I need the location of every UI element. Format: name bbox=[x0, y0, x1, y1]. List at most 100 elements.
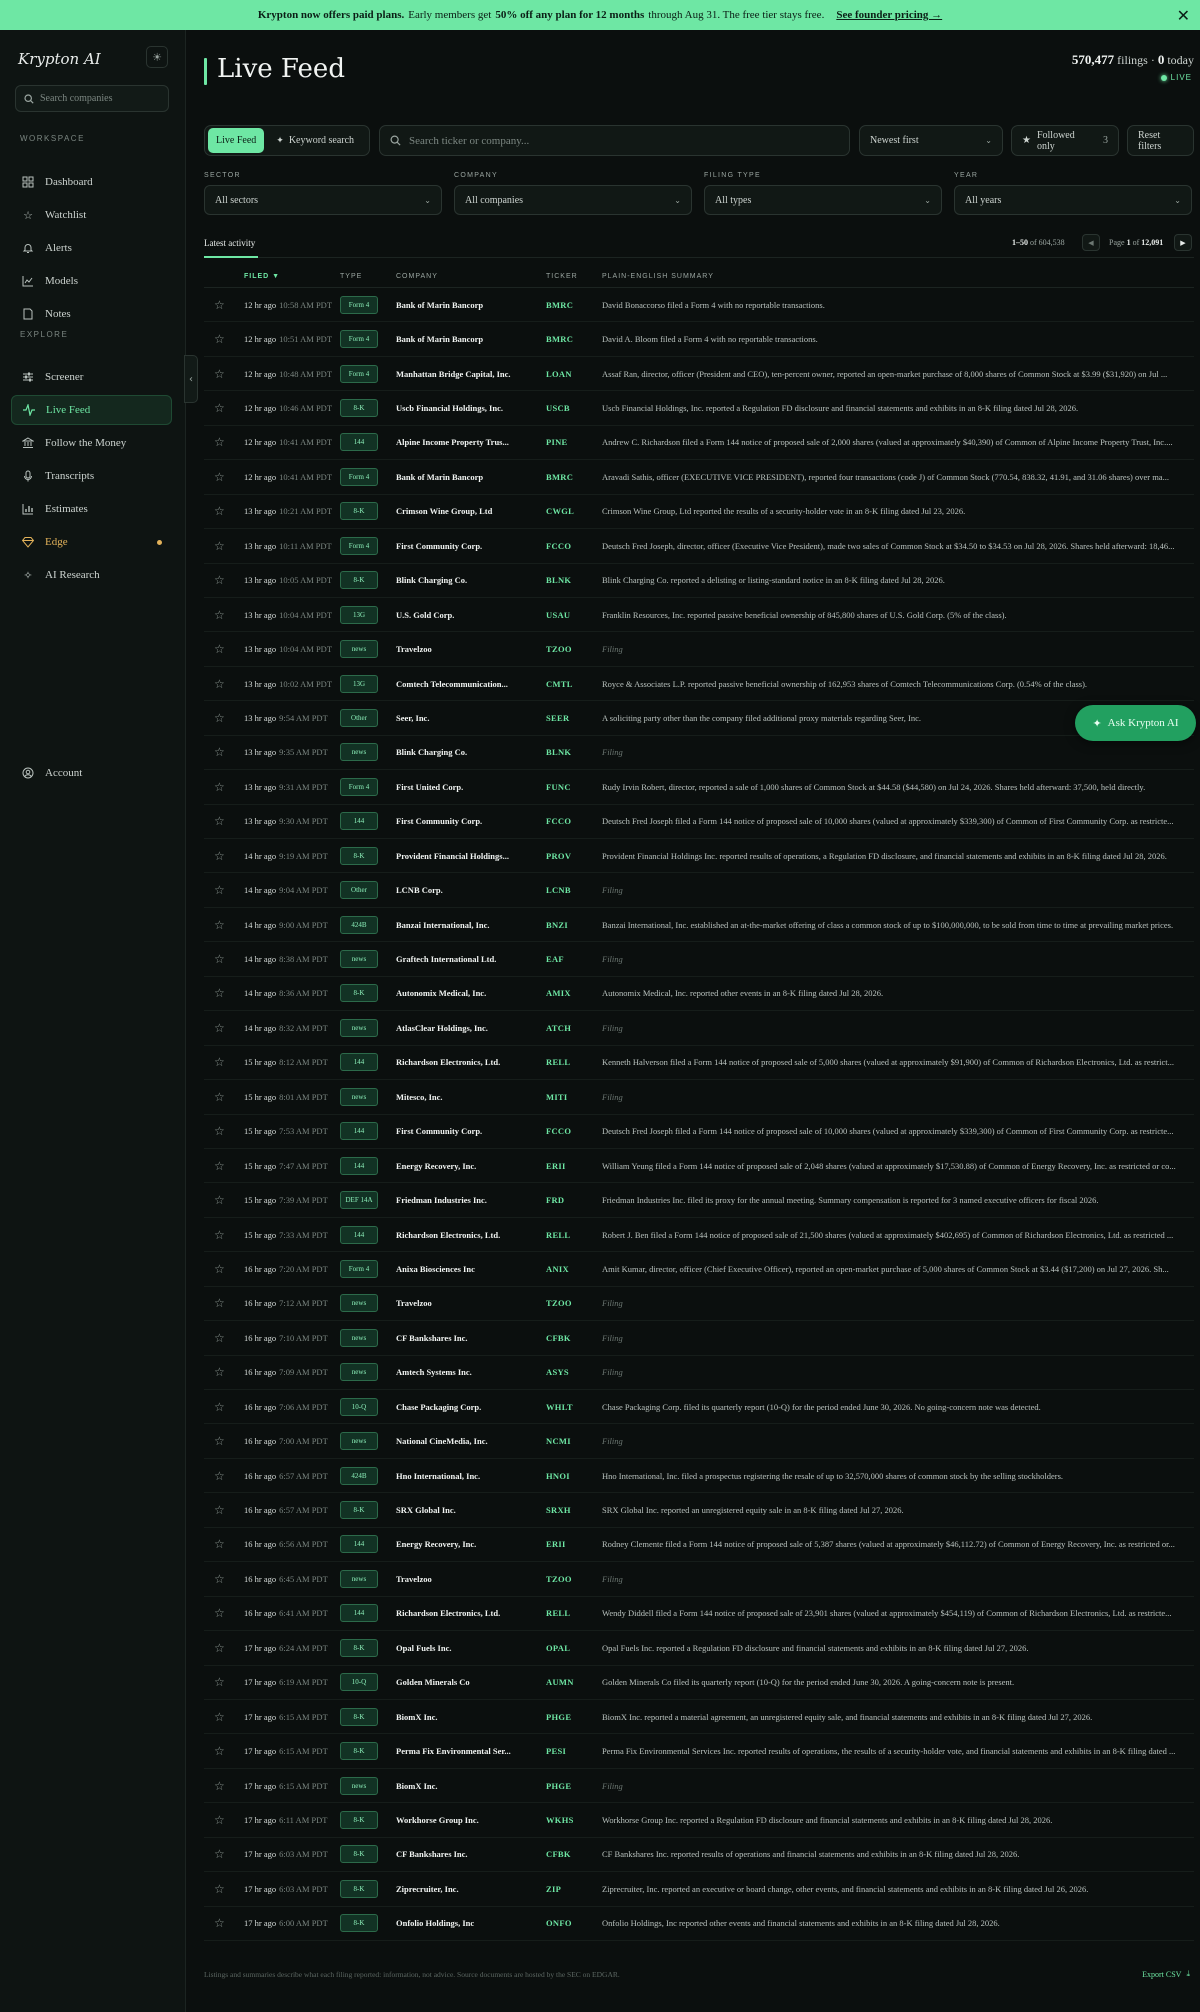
company-cell[interactable]: Crimson Wine Group, Ltd bbox=[396, 506, 514, 516]
table-row[interactable]: ☆ 14 hr ago 8:32 AM PDT news AtlasClear Hold… bbox=[204, 1011, 1194, 1046]
company-cell[interactable]: Alpine Income Property Trus... bbox=[396, 437, 514, 447]
follow-star-icon[interactable]: ☆ bbox=[214, 952, 225, 966]
company-cell[interactable]: Travelzoo bbox=[396, 644, 514, 654]
company-cell[interactable]: Blink Charging Co. bbox=[396, 747, 514, 757]
sidebar-item-account[interactable]: Account bbox=[11, 758, 172, 788]
company-cell[interactable]: Golden Minerals Co bbox=[396, 1677, 514, 1687]
follow-star-icon[interactable]: ☆ bbox=[214, 470, 225, 484]
sidebar-item-live-feed[interactable]: Live Feed bbox=[11, 395, 172, 425]
tab-keyword-search[interactable]: ✦ Keyword search bbox=[268, 128, 362, 153]
ticker-cell[interactable]: ERII bbox=[546, 1161, 566, 1171]
table-row[interactable]: ☆ 16 hr ago 6:57 AM PDT 424B Hno Internation… bbox=[204, 1459, 1194, 1494]
follow-star-icon[interactable]: ☆ bbox=[214, 1296, 225, 1310]
follow-star-icon[interactable]: ☆ bbox=[214, 1675, 225, 1689]
company-cell[interactable]: BiomX Inc. bbox=[396, 1712, 514, 1722]
follow-star-icon[interactable]: ☆ bbox=[214, 1469, 225, 1483]
follow-star-icon[interactable]: ☆ bbox=[214, 780, 225, 794]
company-cell[interactable]: Richardson Electronics, Ltd. bbox=[396, 1230, 514, 1240]
ticker-cell[interactable]: BMRC bbox=[546, 334, 573, 344]
company-cell[interactable]: Autonomix Medical, Inc. bbox=[396, 988, 514, 998]
ticker-cell[interactable]: WHLT bbox=[546, 1402, 573, 1412]
sidebar-item-dashboard[interactable]: Dashboard bbox=[11, 167, 172, 197]
company-cell[interactable]: Bank of Marin Bancorp bbox=[396, 334, 514, 344]
company-cell[interactable]: AtlasClear Holdings, Inc. bbox=[396, 1023, 514, 1033]
company-cell[interactable]: Perma Fix Environmental Ser... bbox=[396, 1746, 514, 1756]
follow-star-icon[interactable]: ☆ bbox=[214, 504, 225, 518]
table-row[interactable]: ☆ 16 hr ago 7:00 AM PDT news National CineMe… bbox=[204, 1424, 1194, 1459]
follow-star-icon[interactable]: ☆ bbox=[214, 1744, 225, 1758]
company-cell[interactable]: Workhorse Group Inc. bbox=[396, 1815, 514, 1825]
table-row[interactable]: ☆ 13 hr ago 10:04 AM PDT news Travelzoo TZOO F… bbox=[204, 632, 1194, 667]
follow-star-icon[interactable]: ☆ bbox=[214, 298, 225, 312]
ticker-cell[interactable]: BNZI bbox=[546, 920, 568, 930]
table-row[interactable]: ☆ 15 hr ago 8:01 AM PDT news Mitesco, Inc. MI… bbox=[204, 1080, 1194, 1115]
ticker-cell[interactable]: USCB bbox=[546, 403, 570, 413]
follow-star-icon[interactable]: ☆ bbox=[214, 1710, 225, 1724]
table-row[interactable]: ☆ 13 hr ago 10:02 AM PDT 13G Comtech Telecom… bbox=[204, 667, 1194, 702]
reset-filters-button[interactable]: Reset filters bbox=[1127, 125, 1194, 156]
close-icon[interactable]: ✕ bbox=[1177, 6, 1190, 25]
follow-star-icon[interactable]: ☆ bbox=[214, 435, 225, 449]
table-row[interactable]: ☆ 14 hr ago 8:38 AM PDT news Graftech Intern… bbox=[204, 942, 1194, 977]
ticker-search-input[interactable] bbox=[409, 134, 839, 147]
follow-star-icon[interactable]: ☆ bbox=[214, 711, 225, 725]
ticker-cell[interactable]: CMTL bbox=[546, 679, 573, 689]
follow-star-icon[interactable]: ☆ bbox=[214, 1641, 225, 1655]
follow-star-icon[interactable]: ☆ bbox=[214, 539, 225, 553]
company-cell[interactable]: Energy Recovery, Inc. bbox=[396, 1539, 514, 1549]
ticker-cell[interactable]: FRD bbox=[546, 1195, 564, 1205]
ticker-cell[interactable]: FCCO bbox=[546, 1126, 571, 1136]
company-cell[interactable]: Onfolio Holdings, Inc bbox=[396, 1918, 514, 1928]
company-cell[interactable]: Graftech International Ltd. bbox=[396, 954, 514, 964]
table-row[interactable]: ☆ 16 hr ago 7:20 AM PDT Form 4 Anixa Bioscie… bbox=[204, 1252, 1194, 1287]
table-row[interactable]: ☆ 15 hr ago 7:39 AM PDT DEF 14A Friedman Ind… bbox=[204, 1183, 1194, 1218]
follow-star-icon[interactable]: ☆ bbox=[214, 332, 225, 346]
table-row[interactable]: ☆ 16 hr ago 7:09 AM PDT news Amtech Systems … bbox=[204, 1356, 1194, 1390]
follow-star-icon[interactable]: ☆ bbox=[214, 1606, 225, 1620]
ticker-cell[interactable]: RELL bbox=[546, 1230, 570, 1240]
table-row[interactable]: ☆ 13 hr ago 9:30 AM PDT 144 First Community … bbox=[204, 805, 1194, 839]
ticker-cell[interactable]: USAU bbox=[546, 610, 570, 620]
table-row[interactable]: ☆ 16 hr ago 6:41 AM PDT 144 Richardson Elect… bbox=[204, 1597, 1194, 1632]
table-row[interactable]: ☆ 17 hr ago 6:15 AM PDT news BiomX Inc. PHGE F… bbox=[204, 1769, 1194, 1804]
table-row[interactable]: ☆ 17 hr ago 6:11 AM PDT 8-K Workhorse Group … bbox=[204, 1803, 1194, 1838]
table-row[interactable]: ☆ 17 hr ago 6:19 AM PDT 10-Q Golden Minerals… bbox=[204, 1666, 1194, 1700]
company-cell[interactable]: Blink Charging Co. bbox=[396, 575, 514, 585]
table-row[interactable]: ☆ 13 hr ago 9:31 AM PDT Form 4 First United … bbox=[204, 770, 1194, 805]
table-row[interactable]: ☆ 12 hr ago 10:48 AM PDT Form 4 Manhattan Br… bbox=[204, 357, 1194, 392]
ticker-cell[interactable]: HNOI bbox=[546, 1471, 570, 1481]
company-cell[interactable]: Chase Packaging Corp. bbox=[396, 1402, 514, 1412]
table-row[interactable]: ☆ 16 hr ago 7:10 AM PDT news CF Bankshares I… bbox=[204, 1321, 1194, 1356]
table-row[interactable]: ☆ 17 hr ago 6:00 AM PDT 8-K Onfolio Holdings… bbox=[204, 1907, 1194, 1941]
ticker-cell[interactable]: BMRC bbox=[546, 472, 573, 482]
company-cell[interactable]: Richardson Electronics, Ltd. bbox=[396, 1057, 514, 1067]
tab-live-feed[interactable]: Live Feed bbox=[208, 128, 265, 153]
table-row[interactable]: ☆ 15 hr ago 8:12 AM PDT 144 Richardson Elect… bbox=[204, 1046, 1194, 1081]
filing-type-select[interactable]: All types ⌄ bbox=[704, 185, 942, 215]
company-cell[interactable]: BiomX Inc. bbox=[396, 1781, 514, 1791]
ticker-cell[interactable]: TZOO bbox=[546, 644, 572, 654]
ticker-cell[interactable]: CFBK bbox=[546, 1333, 571, 1343]
company-cell[interactable]: Hno International, Inc. bbox=[396, 1471, 514, 1481]
follow-star-icon[interactable]: ☆ bbox=[214, 608, 225, 622]
ticker-cell[interactable]: SRXH bbox=[546, 1505, 571, 1515]
company-cell[interactable]: U.S. Gold Corp. bbox=[396, 610, 514, 620]
follow-star-icon[interactable]: ☆ bbox=[214, 367, 225, 381]
table-row[interactable]: ☆ 16 hr ago 7:06 AM PDT 10-Q Chase Packaging… bbox=[204, 1390, 1194, 1425]
ticker-cell[interactable]: BLNK bbox=[546, 575, 571, 585]
company-cell[interactable]: Uscb Financial Holdings, Inc. bbox=[396, 403, 514, 413]
ticker-cell[interactable]: RELL bbox=[546, 1057, 570, 1067]
table-row[interactable]: ☆ 13 hr ago 10:04 AM PDT 13G U.S. Gold Corp.… bbox=[204, 598, 1194, 633]
sort-select[interactable]: Newest first ⌄ bbox=[859, 125, 1003, 156]
ticker-cell[interactable]: CWGL bbox=[546, 506, 574, 516]
table-row[interactable]: ☆ 12 hr ago 10:51 AM PDT Form 4 Bank of Mari… bbox=[204, 322, 1194, 357]
sidebar-item-screener[interactable]: Screener bbox=[11, 362, 172, 392]
follow-star-icon[interactable]: ☆ bbox=[214, 1572, 225, 1586]
ticker-cell[interactable]: FUNC bbox=[546, 782, 571, 792]
ticker-cell[interactable]: NCMI bbox=[546, 1436, 571, 1446]
follow-star-icon[interactable]: ☆ bbox=[214, 986, 225, 1000]
follow-star-icon[interactable]: ☆ bbox=[214, 1021, 225, 1035]
year-select[interactable]: All years ⌄ bbox=[954, 185, 1192, 215]
table-row[interactable]: ☆ 17 hr ago 6:15 AM PDT 8-K Perma Fix Enviro… bbox=[204, 1734, 1194, 1769]
ticker-cell[interactable]: MITI bbox=[546, 1092, 568, 1102]
